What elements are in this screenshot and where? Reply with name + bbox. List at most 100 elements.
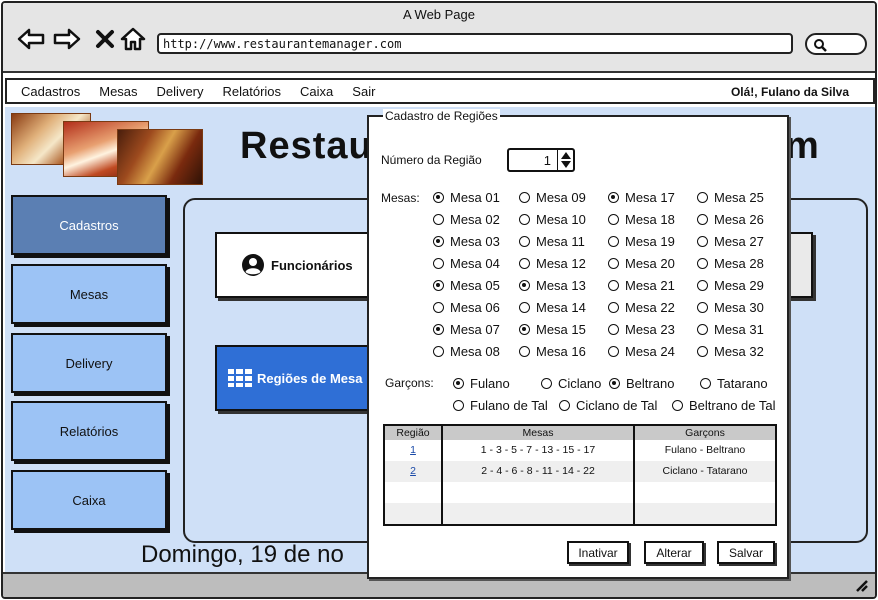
radio-button[interactable] — [433, 280, 444, 291]
radio-button[interactable] — [697, 302, 708, 313]
address-bar[interactable]: http://www.restaurantemanager.com — [157, 33, 793, 54]
radio-option[interactable]: Mesa 17 — [608, 190, 675, 205]
radio-button[interactable] — [433, 346, 444, 357]
radio-button[interactable] — [608, 346, 619, 357]
radio-option[interactable]: Mesa 22 — [608, 300, 675, 315]
radio-button[interactable] — [608, 302, 619, 313]
menu-item-caixa[interactable]: Caixa — [300, 84, 333, 99]
radio-button[interactable] — [608, 214, 619, 225]
sidebar-item-delivery[interactable]: Delivery — [11, 333, 167, 393]
radio-button[interactable] — [541, 378, 552, 389]
radio-option[interactable]: Mesa 04 — [433, 256, 500, 271]
back-arrow-icon[interactable] — [17, 25, 45, 53]
sidebar-item-cadastros[interactable]: Cadastros — [11, 195, 167, 255]
menu-item-sair[interactable]: Sair — [352, 84, 375, 99]
radio-button[interactable] — [697, 258, 708, 269]
browser-search-box[interactable] — [805, 33, 867, 55]
radio-button[interactable] — [697, 346, 708, 357]
radio-option[interactable]: Mesa 15 — [519, 322, 586, 337]
radio-option[interactable]: Mesa 08 — [433, 344, 500, 359]
radio-option[interactable]: Mesa 16 — [519, 344, 586, 359]
radio-option[interactable]: Mesa 11 — [519, 234, 585, 249]
radio-option[interactable]: Beltrano de Tal — [672, 398, 776, 413]
funcionarios-card[interactable]: Funcionários — [215, 232, 385, 298]
radio-option[interactable]: Mesa 21 — [608, 278, 675, 293]
radio-button[interactable] — [608, 192, 619, 203]
radio-button[interactable] — [608, 280, 619, 291]
radio-option[interactable]: Mesa 12 — [519, 256, 586, 271]
radio-option[interactable]: Mesa 23 — [608, 322, 675, 337]
radio-option[interactable]: Mesa 25 — [697, 190, 764, 205]
radio-button[interactable] — [559, 400, 570, 411]
radio-option[interactable]: Mesa 24 — [608, 344, 675, 359]
radio-option[interactable]: Mesa 13 — [519, 278, 586, 293]
radio-option[interactable]: Mesa 27 — [697, 234, 764, 249]
deactivate-button[interactable]: Inativar — [567, 541, 629, 564]
menu-item-mesas[interactable]: Mesas — [99, 84, 137, 99]
radio-option[interactable]: Mesa 03 — [433, 234, 500, 249]
radio-option[interactable]: Mesa 32 — [697, 344, 764, 359]
sidebar-item-caixa[interactable]: Caixa — [11, 470, 167, 530]
radio-button[interactable] — [697, 192, 708, 203]
radio-option[interactable]: Mesa 02 — [433, 212, 500, 227]
radio-button[interactable] — [519, 346, 530, 357]
radio-button[interactable] — [433, 258, 444, 269]
table-row[interactable]: 1 1 - 3 - 5 - 7 - 13 - 15 - 17 Fulano - … — [385, 440, 775, 461]
radio-option[interactable]: Tatarano — [700, 376, 768, 391]
radio-option[interactable]: Mesa 01 — [433, 190, 500, 205]
radio-button[interactable] — [519, 258, 530, 269]
region-link[interactable]: 2 — [385, 464, 441, 478]
radio-button[interactable] — [433, 324, 444, 335]
radio-option[interactable]: Ciclano de Tal — [559, 398, 657, 413]
radio-button[interactable] — [519, 280, 530, 291]
radio-button[interactable] — [697, 214, 708, 225]
menu-item-relatorios[interactable]: Relatórios — [223, 84, 282, 99]
radio-button[interactable] — [519, 324, 530, 335]
radio-button[interactable] — [608, 324, 619, 335]
home-icon[interactable] — [119, 25, 147, 53]
radio-button[interactable] — [433, 192, 444, 203]
radio-option[interactable]: Mesa 20 — [608, 256, 675, 271]
radio-button[interactable] — [519, 302, 530, 313]
radio-option[interactable]: Mesa 30 — [697, 300, 764, 315]
table-row[interactable]: 2 2 - 4 - 6 - 8 - 11 - 14 - 22 Ciclano -… — [385, 461, 775, 482]
radio-option[interactable]: Mesa 05 — [433, 278, 500, 293]
stepper-arrows[interactable] — [557, 150, 573, 170]
radio-option[interactable]: Mesa 31 — [697, 322, 764, 337]
radio-option[interactable]: Mesa 07 — [433, 322, 500, 337]
radio-option[interactable]: Mesa 10 — [519, 212, 586, 227]
radio-option[interactable]: Mesa 28 — [697, 256, 764, 271]
radio-option[interactable]: Mesa 19 — [608, 234, 675, 249]
radio-button[interactable] — [433, 302, 444, 313]
edit-button[interactable]: Alterar — [644, 541, 704, 564]
radio-option[interactable]: Mesa 26 — [697, 212, 764, 227]
regioes-card[interactable]: Regiões de Mesa — [215, 345, 385, 411]
region-number-stepper[interactable]: 1 — [507, 148, 575, 172]
radio-option[interactable]: Mesa 18 — [608, 212, 675, 227]
radio-button[interactable] — [608, 236, 619, 247]
radio-option[interactable]: Ciclano — [541, 376, 601, 391]
radio-option[interactable]: Mesa 06 — [433, 300, 500, 315]
radio-option[interactable]: Fulano — [453, 376, 510, 391]
stop-x-icon[interactable] — [91, 25, 119, 53]
radio-button[interactable] — [697, 324, 708, 335]
radio-button[interactable] — [453, 400, 464, 411]
radio-option[interactable]: Beltrano — [609, 376, 674, 391]
menu-item-delivery[interactable]: Delivery — [157, 84, 204, 99]
forward-arrow-icon[interactable] — [53, 25, 81, 53]
radio-option[interactable]: Mesa 14 — [519, 300, 586, 315]
radio-option[interactable]: Fulano de Tal — [453, 398, 548, 413]
resize-grip-icon[interactable] — [853, 578, 869, 592]
radio-button[interactable] — [609, 378, 620, 389]
save-button[interactable]: Salvar — [717, 541, 775, 564]
radio-button[interactable] — [700, 378, 711, 389]
radio-button[interactable] — [697, 236, 708, 247]
radio-button[interactable] — [519, 192, 530, 203]
sidebar-item-mesas[interactable]: Mesas — [11, 264, 167, 324]
radio-option[interactable]: Mesa 29 — [697, 278, 764, 293]
region-link[interactable]: 1 — [385, 443, 441, 457]
radio-button[interactable] — [519, 214, 530, 225]
radio-option[interactable]: Mesa 09 — [519, 190, 586, 205]
radio-button[interactable] — [433, 236, 444, 247]
radio-button[interactable] — [453, 378, 464, 389]
